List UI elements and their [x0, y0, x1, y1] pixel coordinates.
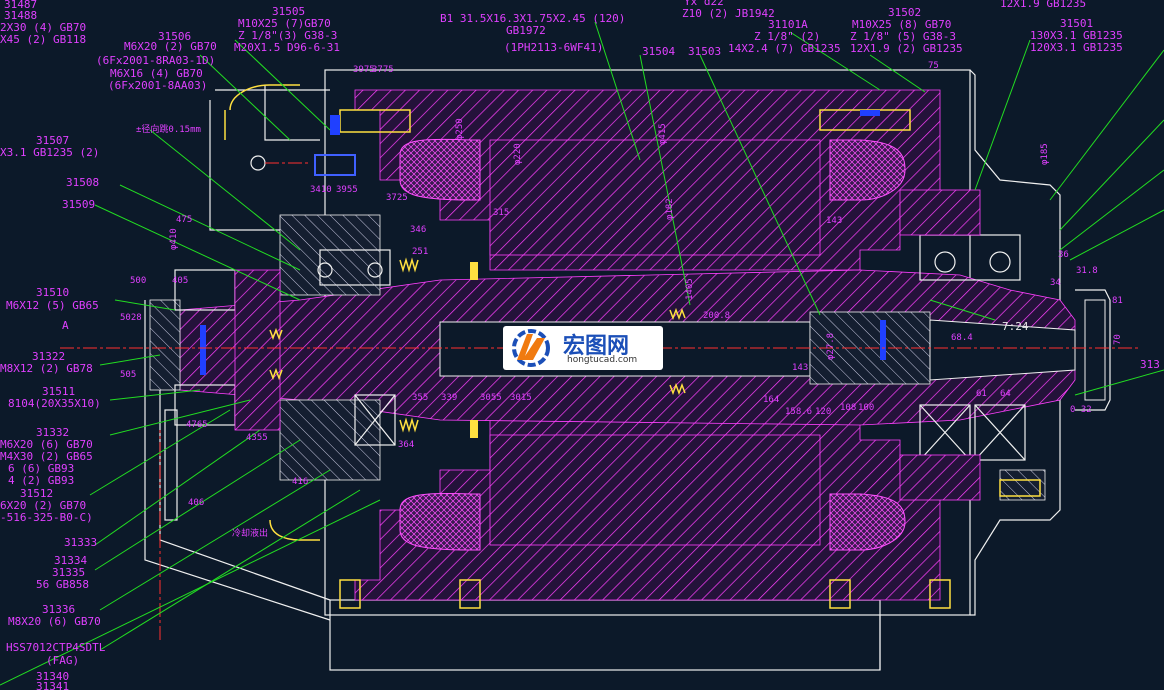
callout-31509: 31509 — [62, 198, 95, 211]
svg-text:364: 364 — [398, 440, 414, 450]
callout-x31-gb1235: X3.1 GB1235 (2) — [0, 146, 99, 159]
svg-text:64: 64 — [1000, 389, 1011, 399]
callout-key-x45: X45 (2) GB118 — [0, 33, 86, 46]
logo-url: hongtucad.com — [567, 355, 638, 365]
svg-text:φ182: φ182 — [665, 198, 675, 220]
callout-m8x20: M8X20 (6) GB70 — [8, 615, 101, 628]
svg-text:3055: 3055 — [480, 393, 502, 403]
callout-m8x12: M8X12 (2) GB78 — [0, 362, 93, 375]
callout-31333: 31333 — [64, 536, 97, 549]
svg-text:108: 108 — [840, 403, 856, 413]
svg-text:φ185: φ185 — [1040, 143, 1050, 165]
svg-text:339: 339 — [441, 393, 457, 403]
svg-text:251: 251 — [412, 247, 428, 257]
note-runout: ±径向跳0.15mm — [136, 123, 201, 135]
svg-text:φ250: φ250 — [455, 118, 465, 140]
svg-text:75: 75 — [928, 61, 939, 71]
callout-washer-4: 4 (2) GB93 — [8, 474, 74, 487]
callout-31341: 31341 — [36, 680, 69, 690]
svg-text:36: 36 — [1058, 250, 1069, 260]
svg-text:3015: 3015 — [510, 393, 532, 403]
svg-text:505: 505 — [120, 370, 136, 380]
callout-12x19: 12X1.9 GB1235 — [1000, 0, 1086, 10]
callout-31503: 31503 — [688, 45, 721, 58]
callout-m6x12: M6X12 (5) GB65 — [6, 299, 99, 312]
svg-text:0 32: 0 32 — [1070, 405, 1092, 415]
callout-56-gb858: 56 GB858 — [36, 578, 89, 591]
callout-m20x15: M20X1.5 D96-6-31 — [234, 41, 340, 54]
hongtu-logo-icon — [512, 329, 550, 367]
callout-516-325: -516-325-B0-C) — [0, 511, 93, 524]
hongtu-watermark-logo: 宏图网 hongtucad.com — [503, 326, 663, 370]
svg-text:100: 100 — [858, 403, 874, 413]
svg-text:81: 81 — [1112, 296, 1123, 306]
callout-31508: 31508 — [66, 176, 99, 189]
svg-text:3775: 3775 — [372, 65, 394, 75]
svg-text:5028: 5028 — [120, 313, 142, 323]
svg-text:3955: 3955 — [336, 185, 358, 195]
note-coolant-out: 冷却液出 — [232, 527, 268, 539]
svg-text:405: 405 — [172, 276, 188, 286]
callout-313: 313 — [1140, 358, 1160, 371]
svg-text:355: 355 — [412, 393, 428, 403]
svg-text:164: 164 — [763, 395, 779, 405]
svg-text:416: 416 — [292, 477, 308, 487]
svg-text:406: 406 — [188, 498, 204, 508]
callout-120x31: 120X3.1 GB1235 — [1030, 41, 1123, 54]
callout-12x19-2: 12X1.9 (2) GB1235 — [850, 42, 963, 55]
svg-text:31.8: 31.8 — [1076, 266, 1098, 276]
svg-text:68.4: 68.4 — [951, 333, 973, 343]
callout-14x24: 14X2.4 (7) GB1235 — [728, 42, 841, 55]
section-mark-a: A — [62, 319, 69, 332]
callout-31510: 31510 — [36, 286, 69, 299]
svg-text:φ410: φ410 — [169, 228, 179, 250]
svg-text:500: 500 — [130, 276, 146, 286]
callout-6fx2001-aa03: (6Fx2001-8AA03) — [108, 79, 207, 92]
svg-text:φ415: φ415 — [658, 123, 668, 145]
callout-z10-jb1942: Z10 (2) JB1942 — [682, 7, 775, 20]
svg-text:143: 143 — [826, 216, 842, 226]
svg-text:3725: 3725 — [386, 193, 408, 203]
cad-drawing-canvas: 31487 31488 2X30 (4) GB70 X45 (2) GB118 … — [0, 0, 1164, 690]
svg-text:1405: 1405 — [685, 278, 695, 300]
svg-text:475: 475 — [176, 215, 192, 225]
svg-text:4355: 4355 — [246, 433, 268, 443]
callout-1ph2113: (1PH2113-6WF41) — [504, 41, 603, 54]
svg-text:315: 315 — [493, 208, 509, 218]
svg-text:4765: 4765 — [186, 420, 208, 430]
callout-hss7012: HSS7012CTP4SDTL — [6, 641, 106, 654]
callout-31504: 31504 — [642, 45, 675, 58]
svg-text:158.6: 158.6 — [785, 407, 812, 417]
callout-gb1972: GB1972 — [506, 24, 546, 37]
svg-text:φ220: φ220 — [513, 143, 523, 165]
callout-6fx2001-rao3: (6Fx2001-8RA03-1D) — [96, 54, 215, 67]
taper-ratio: 7:24 — [1002, 320, 1029, 333]
callout-bearing-8104: 8104(20X35X10) — [8, 397, 101, 410]
svg-text:φ27.8: φ27.8 — [826, 333, 836, 360]
callout-m6x20: M6X20 (2) GB70 — [124, 40, 217, 53]
svg-text:120: 120 — [815, 407, 831, 417]
svg-text:200.8: 200.8 — [703, 311, 730, 321]
svg-text:70: 70 — [1113, 334, 1123, 345]
svg-text:34: 34 — [1050, 278, 1061, 288]
callout-fag: (FAG) — [46, 654, 79, 667]
svg-text:3410: 3410 — [310, 185, 332, 195]
svg-text:61: 61 — [976, 389, 987, 399]
svg-text:143: 143 — [792, 363, 808, 373]
svg-text:346: 346 — [410, 225, 426, 235]
